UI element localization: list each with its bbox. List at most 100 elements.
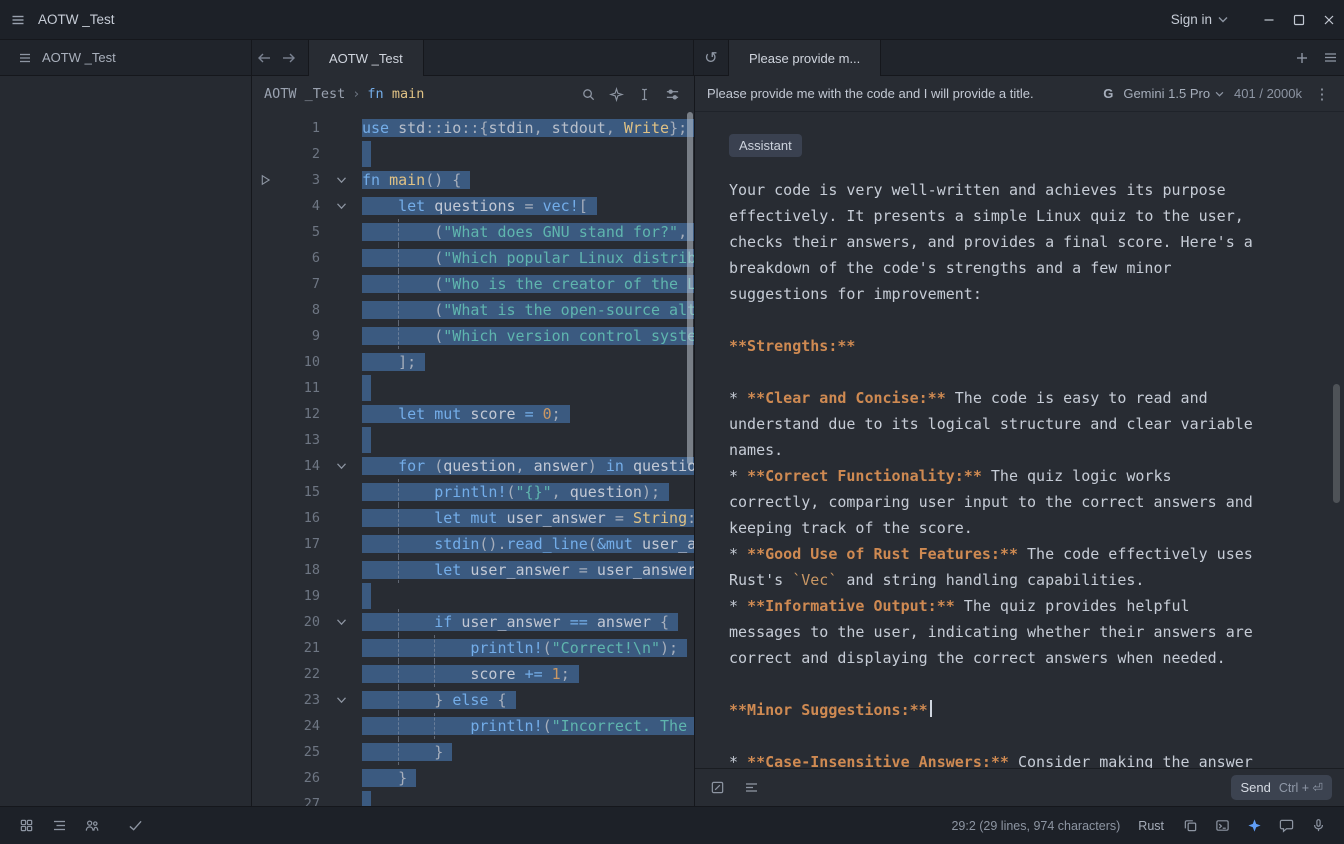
code-line-text: ("Who is the creator of the Linux kernel… (362, 271, 694, 297)
fold-chevron-icon[interactable] (320, 167, 362, 193)
text-cursor-icon[interactable] (632, 80, 656, 108)
code-line[interactable]: 1use std::io::{stdin, stdout, Write}; (252, 115, 694, 141)
run-gutter (252, 245, 278, 271)
code-line[interactable]: 24 println!("Incorrect. The correct answ… (252, 713, 694, 739)
assistant-scrollbar[interactable] (1333, 384, 1340, 503)
code-line[interactable]: 2 (252, 141, 694, 167)
fold-gutter (320, 531, 362, 557)
project-panel-icon[interactable] (14, 813, 38, 839)
panel-menu-icon[interactable] (1316, 40, 1344, 76)
assistant-text-block: * **Good Use of Rust Features:** The cod… (729, 541, 1267, 593)
selection-highlight: let mut user_answer = String::new(); (362, 509, 694, 527)
fold-gutter (320, 141, 362, 167)
code-line-text: let mut score = 0; (362, 401, 694, 427)
fold-gutter (320, 323, 362, 349)
editor-scrollbar[interactable] (687, 112, 693, 465)
outline-panel-icon[interactable] (47, 813, 71, 839)
nav-forward-button[interactable] (276, 40, 300, 76)
tab-assistant-context[interactable]: Please provide m... (728, 40, 881, 76)
indent-guide (398, 609, 399, 635)
code-line[interactable]: 5 ("What does GNU stand for?", "GNU's No… (252, 219, 694, 245)
code-line-text: } (362, 739, 694, 765)
sign-in-button[interactable]: Sign in (1171, 12, 1228, 27)
code-line[interactable]: 23 } else { (252, 687, 694, 713)
assistant-conversation[interactable]: Assistant Your code is very well-written… (695, 112, 1344, 768)
assistant-panel-icon[interactable] (1242, 813, 1266, 839)
code-line[interactable]: 8 ("What is the open-source alternative … (252, 297, 694, 323)
code-line[interactable]: 7 ("Who is the creator of the Linux kern… (252, 271, 694, 297)
run-gutter (252, 479, 278, 505)
title-bar: AOTW _Test Sign in (0, 0, 1344, 40)
code-line[interactable]: 18 let user_answer = user_answer.trim(); (252, 557, 694, 583)
terminal-panel-icon[interactable] (1210, 813, 1234, 839)
breadcrumb[interactable]: AOTW _Test › fn main (264, 86, 424, 102)
history-icon[interactable]: ↺ (694, 40, 728, 76)
nav-back-button[interactable] (252, 40, 276, 76)
fold-chevron-icon[interactable] (320, 609, 362, 635)
language-selector[interactable]: Rust (1138, 819, 1164, 833)
editor-toolbar: AOTW _Test › fn main (252, 76, 694, 112)
code-line[interactable]: 20 if user_answer == answer { (252, 609, 694, 635)
editor-pane[interactable]: AOTW _Test › fn main 1use std::io::{stdi… (252, 76, 694, 806)
code-line[interactable]: 14 for (question, answer) in questions { (252, 453, 694, 479)
project-panel[interactable] (0, 76, 252, 806)
run-button-icon[interactable] (252, 167, 278, 193)
code-line[interactable]: 9 ("Which version control system is wide… (252, 323, 694, 349)
new-context-plus-icon[interactable] (1288, 40, 1316, 76)
assistant-send-row: Send Ctrl + ⏎ (695, 768, 1344, 806)
code-line[interactable]: 13 (252, 427, 694, 453)
assistant-role-badge[interactable]: Assistant (729, 134, 802, 157)
project-panel-header[interactable]: AOTW _Test (0, 40, 252, 76)
fold-chevron-icon[interactable] (320, 453, 362, 479)
selection-highlight: println!("Correct!\n"); (362, 639, 687, 657)
fold-chevron-icon[interactable] (320, 687, 362, 713)
collab-panel-icon[interactable] (80, 813, 104, 839)
maximize-button[interactable] (1284, 0, 1314, 40)
code-line[interactable]: 3fn main() { (252, 167, 694, 193)
code-line[interactable]: 6 ("Which popular Linux distribution is … (252, 245, 694, 271)
model-selector[interactable]: Gemini 1.5 Pro (1123, 86, 1224, 101)
code-line[interactable]: 21 println!("Correct!\n"); (252, 635, 694, 661)
selection-highlight: } (362, 743, 452, 761)
send-button[interactable]: Send Ctrl + ⏎ (1231, 775, 1332, 800)
quote-selection-icon[interactable] (707, 770, 727, 806)
indent-guide (398, 297, 399, 323)
editor-controls-icon[interactable] (660, 80, 684, 108)
code-line[interactable]: 4 let questions = vec![ (252, 193, 694, 219)
code-line-text: for (question, answer) in questions { (362, 453, 694, 479)
code-line[interactable]: 27 (252, 791, 694, 806)
code-line[interactable]: 25 } (252, 739, 694, 765)
chat-panel-icon[interactable] (1274, 813, 1298, 839)
close-button[interactable] (1314, 0, 1344, 40)
kebab-menu-icon[interactable]: ⋮ (1312, 85, 1332, 103)
diagnostics-check-icon[interactable] (123, 813, 147, 839)
code-line[interactable]: 12 let mut score = 0; (252, 401, 694, 427)
status-bar: 29:2 (29 lines, 974 characters) Rust (0, 806, 1344, 844)
mic-icon[interactable] (1306, 813, 1330, 839)
indent-guide (398, 661, 399, 687)
code-line[interactable]: 26 } (252, 765, 694, 791)
app-menu-button[interactable] (0, 0, 36, 40)
tab-editor-file[interactable]: AOTW _Test (308, 40, 424, 76)
code-line[interactable]: 15 println!("{}", question); (252, 479, 694, 505)
fold-chevron-icon[interactable] (320, 193, 362, 219)
text-caret (930, 700, 932, 717)
code-line[interactable]: 10 ]; (252, 349, 694, 375)
cursor-position[interactable]: 29:2 (29 lines, 974 characters) (951, 819, 1120, 833)
context-list-icon[interactable] (741, 770, 761, 806)
minimize-button[interactable] (1254, 0, 1284, 40)
inline-assist-icon[interactable] (604, 80, 628, 108)
fold-gutter (320, 349, 362, 375)
code-line[interactable]: 16 let mut user_answer = String::new(); (252, 505, 694, 531)
indent-guide (434, 713, 435, 739)
search-icon[interactable] (576, 80, 600, 108)
code-line[interactable]: 17 stdin().read_line(&mut user_answer).e… (252, 531, 694, 557)
code-line[interactable]: 11 (252, 375, 694, 401)
code-editor[interactable]: 1use std::io::{stdin, stdout, Write};23f… (252, 112, 694, 806)
sign-in-label: Sign in (1171, 12, 1212, 27)
maximize-icon (1292, 13, 1306, 27)
code-line[interactable]: 19 (252, 583, 694, 609)
copilot-icon[interactable] (1178, 813, 1202, 839)
code-line[interactable]: 22 score += 1; (252, 661, 694, 687)
run-gutter (252, 401, 278, 427)
